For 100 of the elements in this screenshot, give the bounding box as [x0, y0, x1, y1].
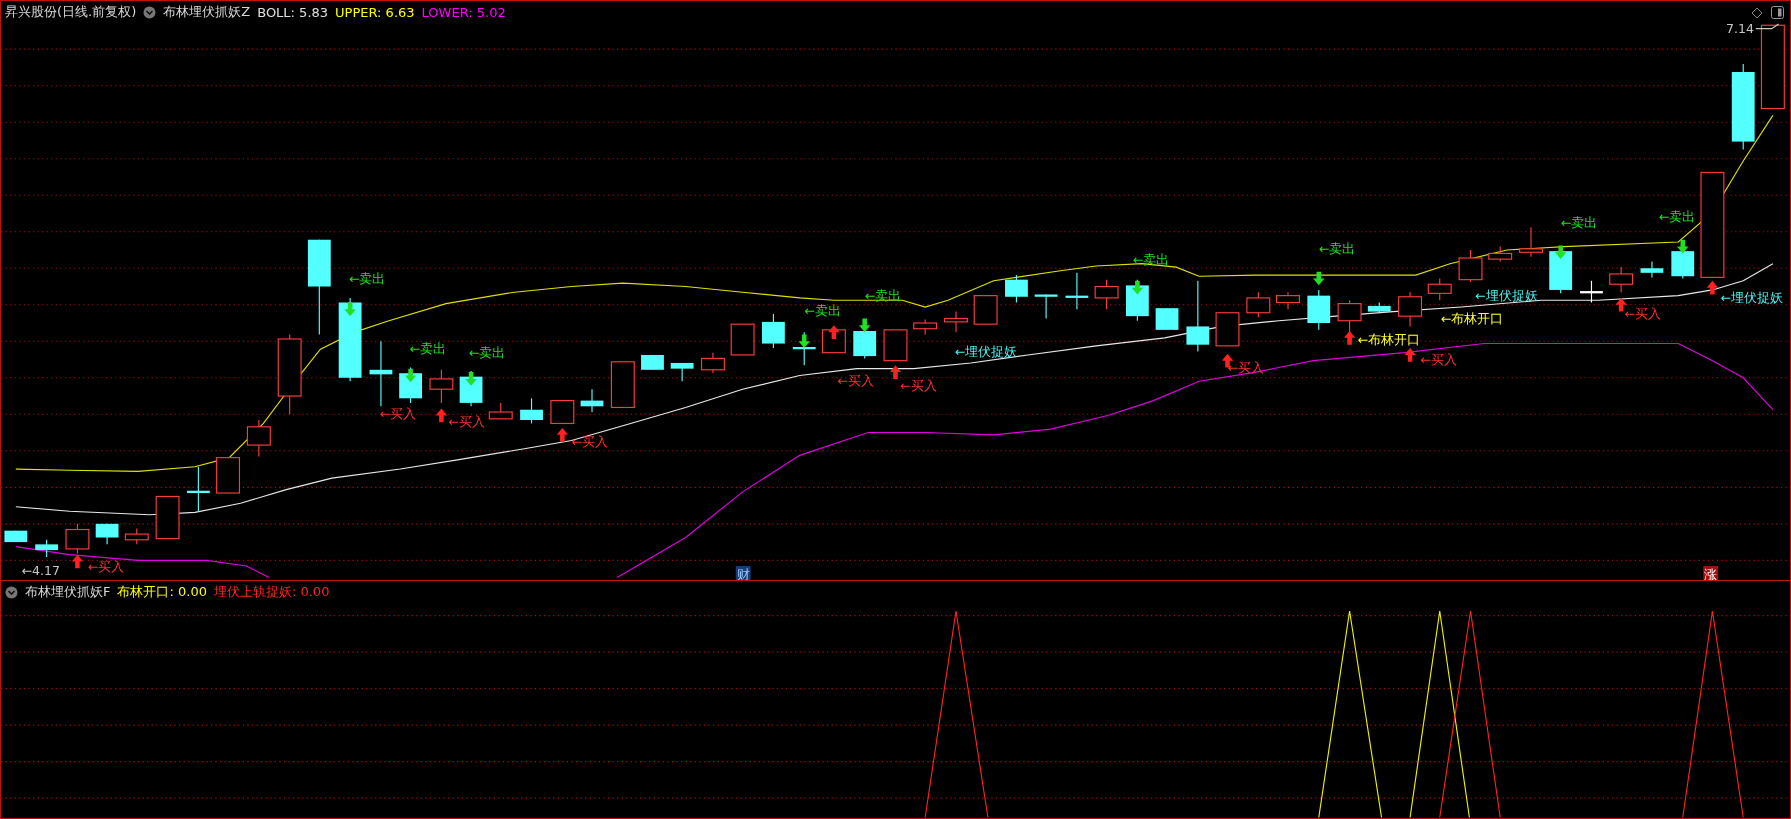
- up-arrow-icon: [71, 554, 84, 569]
- stock-title: 昇兴股份(日线.前复权): [5, 3, 137, 21]
- candlestick: [1307, 289, 1331, 331]
- candlestick: [488, 402, 513, 420]
- indicator-reading: 埋伏上轨捉妖: 0.00: [213, 583, 330, 601]
- down-arrow-icon: [859, 318, 871, 333]
- candlestick: [944, 311, 968, 333]
- candlestick: [65, 523, 90, 555]
- candlestick: [95, 523, 119, 545]
- candlestick: [1125, 279, 1149, 322]
- candlestick: [186, 466, 210, 512]
- signal-label: ←卖出: [804, 303, 841, 319]
- signal-label: ←买入: [571, 434, 608, 450]
- candlestick: [1367, 301, 1391, 314]
- candlestick: [216, 457, 241, 494]
- signal-label: ←买入: [87, 558, 125, 574]
- candlestick: [1276, 291, 1300, 310]
- indicator-reading: BOLL: 5.83: [257, 4, 329, 20]
- signal-label: ←埋伏捉妖: [1720, 290, 1783, 306]
- down-arrow-icon: [1313, 271, 1325, 286]
- signal-label: ←埋伏捉妖: [954, 344, 1018, 360]
- candlestick: [1065, 272, 1089, 310]
- signal-label: ←卖出: [409, 340, 446, 356]
- down-arrow-icon: [1554, 245, 1567, 260]
- candlestick: [821, 329, 846, 354]
- down-arrow-icon: [1677, 239, 1689, 254]
- candlestick: [670, 362, 694, 382]
- candlestick: [641, 354, 664, 371]
- dropdown-icon[interactable]: [5, 585, 18, 599]
- up-arrow-icon: [828, 325, 840, 339]
- signal-label: ←买入: [1420, 352, 1457, 368]
- down-arrow-icon: [465, 372, 477, 386]
- candlestick: [1094, 279, 1119, 310]
- candlestick: [520, 397, 543, 424]
- candlestick: [580, 388, 604, 413]
- indicator-reading: UPPER: 6.63: [335, 4, 415, 20]
- signal-label: ←买入: [837, 372, 874, 388]
- candlestick: [1398, 291, 1423, 327]
- indicator-reading: 布林开口: 0.00: [117, 583, 207, 601]
- panel-toggle-icon[interactable]: [1771, 6, 1784, 19]
- candlestick: [913, 319, 938, 335]
- signal-label: ←买入: [1624, 306, 1662, 322]
- event-marker[interactable]: 涨: [1703, 566, 1719, 580]
- candlestick: [883, 329, 908, 362]
- signal-label: ←买入: [900, 378, 937, 394]
- candlestick: [124, 527, 149, 545]
- candlestick: [700, 352, 725, 374]
- up-arrow-icon: [889, 365, 902, 379]
- candlestick: [429, 369, 454, 404]
- candlestick: [246, 419, 271, 458]
- up-arrow-icon: [1343, 331, 1356, 345]
- up-arrow-icon: [556, 428, 569, 442]
- candlestick: [1640, 260, 1664, 278]
- indicator-reading: LOWER: 5.02: [421, 4, 506, 20]
- signal-label: ←布林开口: [1440, 311, 1504, 326]
- candlestick: [1580, 280, 1603, 304]
- up-arrow-icon: [1706, 280, 1719, 295]
- candlestick: [1155, 307, 1179, 331]
- candlestick: [1337, 299, 1362, 333]
- candlestick: [730, 323, 755, 356]
- candlestick: [1005, 274, 1028, 304]
- candlestick: [973, 295, 998, 325]
- signal-label: ←卖出: [1560, 215, 1598, 231]
- candlestick: [1458, 249, 1483, 283]
- candlestick: [792, 331, 816, 366]
- candlestick: [1488, 246, 1513, 262]
- price-label: ←4.17: [21, 563, 60, 579]
- signal-label: ←买入: [1227, 360, 1265, 376]
- signal-label: ←卖出: [468, 345, 506, 361]
- signal-label: ←买入: [379, 405, 417, 421]
- event-marker[interactable]: 财: [735, 566, 751, 580]
- down-arrow-icon: [798, 334, 810, 349]
- candlestick: [399, 366, 422, 404]
- signal-label: ←卖出: [1658, 209, 1696, 225]
- signal-label: ←卖出: [1318, 241, 1356, 257]
- signal-label: ←卖出: [1132, 251, 1170, 267]
- up-arrow-icon: [1615, 297, 1627, 312]
- candlestick: [762, 313, 785, 349]
- down-arrow-icon: [404, 368, 417, 383]
- signal-label: ←埋伏捉妖: [1475, 288, 1538, 304]
- signal-label: ←卖出: [349, 271, 386, 287]
- down-arrow-icon: [344, 302, 356, 317]
- down-arrow-icon: [1131, 280, 1144, 295]
- signal-label: ←买入: [448, 413, 485, 429]
- indicator-name: 布林埋伏抓妖Z: [163, 3, 251, 21]
- indicator-name: 布林埋伏抓妖F: [25, 583, 111, 601]
- candlestick: [35, 539, 59, 558]
- candlestick: [1246, 291, 1271, 318]
- up-arrow-icon: [1404, 348, 1416, 362]
- dropdown-icon[interactable]: [143, 5, 157, 19]
- candlestick: [1427, 277, 1452, 301]
- candlestick: [1215, 312, 1240, 347]
- leader-line: [1755, 23, 1780, 30]
- signal-label: ←布林开口: [1357, 331, 1421, 347]
- candlestick: [1034, 293, 1058, 319]
- candlestick: [155, 495, 180, 540]
- candlestick: [4, 530, 28, 543]
- diamond-icon[interactable]: [1751, 6, 1763, 19]
- candlestick: [1609, 266, 1634, 293]
- candlestick: [1519, 226, 1543, 258]
